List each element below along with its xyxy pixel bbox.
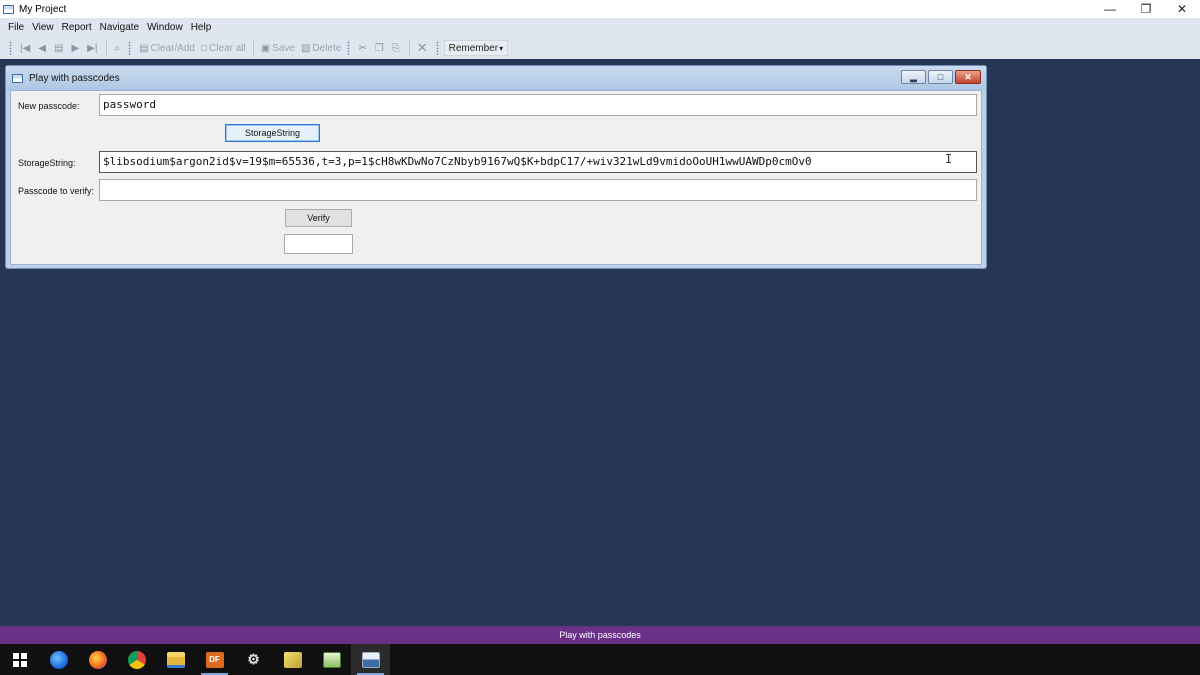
cut-icon: ✂ [358, 42, 367, 54]
clear-all-icon: □ [200, 42, 208, 54]
passcode-window: Play with passcodes ▂ □ ✕ New passcode: … [5, 65, 987, 269]
prev-record-icon: ◀ [38, 42, 46, 54]
first-record-button[interactable]: |◀ [17, 39, 35, 57]
last-record-button[interactable]: ▶| [84, 39, 102, 57]
copy-button[interactable]: ❐ [372, 39, 389, 57]
taskbar-my-project[interactable] [351, 644, 390, 675]
taskbar-chrome[interactable] [117, 644, 156, 675]
taskbar-firefox[interactable] [78, 644, 117, 675]
app-window-icon [3, 4, 14, 14]
save-label: Save [272, 42, 295, 54]
remember-dropdown[interactable]: Remember ▾ [443, 40, 509, 56]
status-bar: Play with passcodes [0, 626, 1200, 644]
passcode-to-verify-input[interactable] [99, 179, 977, 201]
clear-add-label: Clear/Add [150, 42, 195, 54]
delete-label: Delete [312, 42, 342, 54]
toolbar-grip[interactable] [9, 41, 12, 55]
clear-add-button[interactable]: ▤ Clear/Add [136, 39, 198, 57]
record-list-button[interactable]: ▤ [51, 39, 68, 57]
new-passcode-input[interactable]: password [99, 94, 977, 116]
taskbar: DF ⚙ [0, 644, 1200, 675]
window-minimize-button[interactable]: ▂ [901, 70, 926, 84]
taskbar-file-explorer[interactable] [156, 644, 195, 675]
search-icon: ⌕ [114, 42, 121, 54]
firefox-developer-icon [49, 650, 68, 669]
toolbar-separator [408, 40, 410, 56]
toolbar-grip[interactable] [128, 41, 132, 55]
window-title: Play with passcodes [29, 72, 120, 84]
menu-navigate[interactable]: Navigate [96, 22, 143, 33]
chrome-icon [127, 650, 146, 669]
window-maximize-button[interactable]: □ [928, 70, 953, 84]
last-record-icon: ▶| [87, 42, 98, 54]
tool-icon [283, 651, 302, 668]
delete-icon: ▧ [300, 42, 311, 54]
toolbar-separator [252, 40, 254, 56]
search-button[interactable]: ⌕ [111, 39, 125, 57]
window-icon [12, 73, 23, 83]
menu-report[interactable]: Report [58, 22, 96, 33]
copy-icon: ❐ [374, 42, 384, 54]
minimize-button[interactable]: — [1092, 0, 1128, 18]
menu-file[interactable]: File [4, 22, 28, 33]
prev-record-button[interactable]: ◀ [35, 39, 51, 57]
first-record-icon: |◀ [20, 42, 31, 54]
close-button[interactable]: ✕ [1164, 0, 1200, 18]
delete-button[interactable]: ▧ Delete [298, 39, 344, 57]
clear-add-icon: ▤ [139, 42, 149, 54]
storage-string-input[interactable]: $libsodium$argon2id$v=19$m=65536,t=3,p=1… [99, 151, 977, 173]
paste-button[interactable]: ⎘ [389, 39, 405, 57]
verify-result-field [284, 234, 353, 254]
studio-icon: ⚙ [247, 651, 260, 667]
next-record-button[interactable]: ▶ [68, 39, 84, 57]
passcode-to-verify-label: Passcode to verify: [18, 186, 95, 196]
new-passcode-label: New passcode: [18, 101, 80, 111]
menu-view[interactable]: View [28, 22, 58, 33]
text-cursor-icon: I [945, 152, 953, 166]
taskbar-notepad[interactable] [312, 644, 351, 675]
toolbar: |◀ ◀ ▤ ▶ ▶| ⌕ ▤ Clear/Add □ Clear all ▣ Sav… [0, 37, 1200, 59]
verify-button[interactable]: Verify [285, 209, 352, 227]
notepad-icon [322, 651, 341, 668]
menu-help[interactable]: Help [187, 22, 216, 33]
toolbar-separator [106, 40, 108, 56]
close-view-button[interactable]: ✕ [414, 39, 433, 57]
passcode-window-title-bar[interactable]: Play with passcodes ▂ □ ✕ [6, 66, 986, 90]
my-project-icon [361, 651, 380, 668]
clear-all-button[interactable]: □ Clear all [198, 39, 249, 57]
window-close-button[interactable]: ✕ [955, 70, 981, 84]
storage-string-button[interactable]: StorageString [225, 124, 320, 142]
file-explorer-icon [166, 651, 185, 668]
record-list-icon: ▤ [54, 42, 64, 54]
dataflex-icon: DF [205, 651, 224, 668]
menu-bar: File View Report Navigate Window Help [0, 18, 1200, 37]
restore-button[interactable]: ❐ [1128, 0, 1164, 18]
cut-button[interactable]: ✂ [355, 39, 371, 57]
close-icon: ✕ [416, 40, 428, 55]
taskbar-studio[interactable]: ⚙ [234, 644, 273, 675]
storage-string-label: StorageString: [18, 158, 76, 168]
paste-icon: ⎘ [391, 42, 400, 54]
start-icon [12, 652, 27, 667]
toolbar-grip[interactable] [347, 41, 351, 55]
chevron-down-icon: ▾ [499, 43, 504, 53]
taskbar-firefox-developer[interactable] [39, 644, 78, 675]
start-button[interactable] [0, 644, 39, 675]
passcode-form: New passcode: password StorageString Sto… [10, 90, 982, 265]
taskbar-dataflex[interactable]: DF [195, 644, 234, 675]
taskbar-tool[interactable] [273, 644, 312, 675]
toolbar-grip[interactable] [435, 41, 439, 55]
remember-label: Remember [448, 42, 499, 54]
app-title-bar: My Project — ❐ ✕ [0, 0, 1200, 18]
save-button[interactable]: ▣ Save [258, 39, 298, 57]
status-text: Play with passcodes [559, 630, 641, 640]
next-record-icon: ▶ [71, 42, 80, 54]
app-title: My Project [19, 3, 67, 15]
firefox-icon [88, 650, 107, 669]
menu-window[interactable]: Window [143, 22, 187, 33]
save-icon: ▣ [260, 42, 271, 54]
clear-all-label: Clear all [209, 42, 246, 54]
